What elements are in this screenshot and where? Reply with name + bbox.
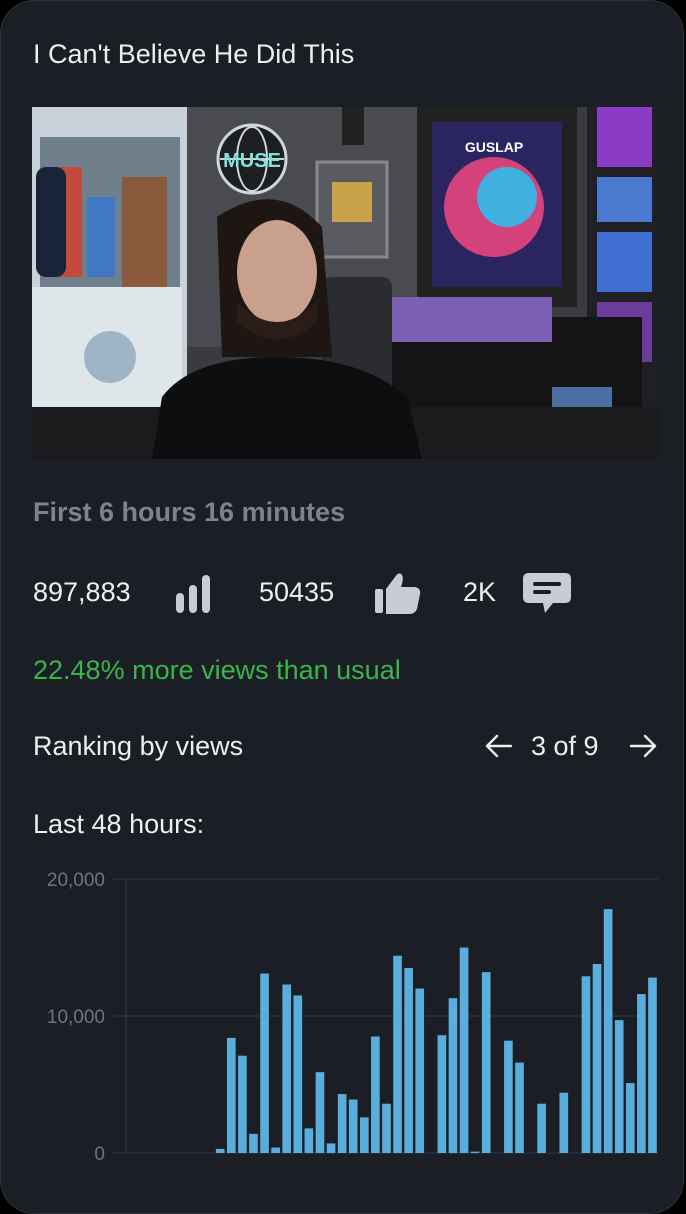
ranking-label: Ranking by views bbox=[33, 731, 244, 761]
chart-bar[interactable] bbox=[625, 1083, 635, 1153]
chart-bar[interactable] bbox=[271, 1147, 280, 1153]
chart-bar[interactable] bbox=[559, 1092, 569, 1153]
svg-text:MUSE: MUSE bbox=[223, 150, 281, 172]
chart-bar[interactable] bbox=[603, 909, 613, 1153]
chart-bar[interactable] bbox=[592, 963, 602, 1153]
video-thumbnail[interactable]: MUSE GUSLAP bbox=[32, 107, 658, 459]
chart-bar[interactable] bbox=[282, 984, 292, 1153]
chart-bar[interactable] bbox=[504, 1040, 513, 1153]
views-count: 897,883 bbox=[33, 577, 131, 607]
comments-count: 2K bbox=[463, 577, 497, 607]
likes-count: 50435 bbox=[259, 577, 335, 607]
video-thumbnail-image: MUSE GUSLAP bbox=[32, 107, 658, 459]
chart-bar[interactable] bbox=[260, 973, 269, 1153]
time-period-label: First 6 hours 16 minutes bbox=[33, 497, 346, 527]
chart-bar[interactable] bbox=[226, 1037, 236, 1153]
chart-bar[interactable] bbox=[581, 976, 591, 1153]
arrow-right-icon[interactable] bbox=[629, 733, 657, 766]
y-tick-label: 20,000 bbox=[47, 870, 105, 891]
chart-bar[interactable] bbox=[249, 1133, 258, 1153]
chart-bar[interactable] bbox=[337, 1094, 347, 1153]
chart-bar[interactable] bbox=[371, 1036, 380, 1153]
performance-indicator: 22.48% more views than usual bbox=[33, 655, 401, 685]
chart-bar[interactable] bbox=[448, 998, 458, 1153]
poster-logo-text: GUSLAP bbox=[465, 139, 523, 155]
chart-bar[interactable] bbox=[481, 972, 491, 1153]
video-title[interactable]: I Can't Believe He Did This bbox=[33, 39, 354, 70]
chart-bar[interactable] bbox=[648, 977, 657, 1153]
chart-bar[interactable] bbox=[326, 1143, 336, 1153]
arrow-left-icon[interactable] bbox=[485, 733, 513, 766]
chart-bar[interactable] bbox=[215, 1148, 225, 1153]
ranking-position: 3 of 9 bbox=[531, 731, 599, 761]
thumbs-up-icon bbox=[373, 571, 423, 622]
chart-svg: 0 10,000 20,000 bbox=[47, 870, 658, 1165]
chart-section-label: Last 48 hours: bbox=[33, 809, 205, 839]
chart-bar[interactable] bbox=[459, 947, 469, 1154]
chart-bar[interactable] bbox=[470, 1151, 480, 1153]
comment-bubble-icon bbox=[523, 571, 573, 622]
chart-bar[interactable] bbox=[315, 1072, 325, 1153]
video-stats-card: I Can't Believe He Did This MUSE GUSLAP … bbox=[0, 0, 684, 1214]
chart-bar[interactable] bbox=[293, 995, 303, 1153]
chart-bar[interactable] bbox=[437, 1035, 447, 1153]
chart-bar[interactable] bbox=[359, 1117, 369, 1153]
y-tick-label: 0 bbox=[94, 1144, 105, 1165]
chart-bar[interactable] bbox=[238, 1055, 247, 1153]
chart-bar[interactable] bbox=[537, 1103, 546, 1153]
chart-bar[interactable] bbox=[348, 1099, 358, 1153]
chart-bar[interactable] bbox=[404, 968, 413, 1153]
ranking-pager: 3 of 9 bbox=[485, 729, 661, 765]
chart-bar[interactable] bbox=[614, 1020, 624, 1153]
y-tick-label: 10,000 bbox=[47, 1007, 105, 1028]
bar-chart-icon bbox=[173, 571, 215, 622]
chart-bar[interactable] bbox=[515, 1062, 524, 1153]
chart-bar[interactable] bbox=[637, 994, 646, 1153]
chart-bar[interactable] bbox=[393, 955, 402, 1153]
chart-bar[interactable] bbox=[304, 1128, 314, 1153]
views-bar-chart: 0 10,000 20,000 bbox=[1, 861, 686, 1171]
chart-bar[interactable] bbox=[382, 1103, 391, 1153]
chart-bar[interactable] bbox=[415, 988, 425, 1153]
